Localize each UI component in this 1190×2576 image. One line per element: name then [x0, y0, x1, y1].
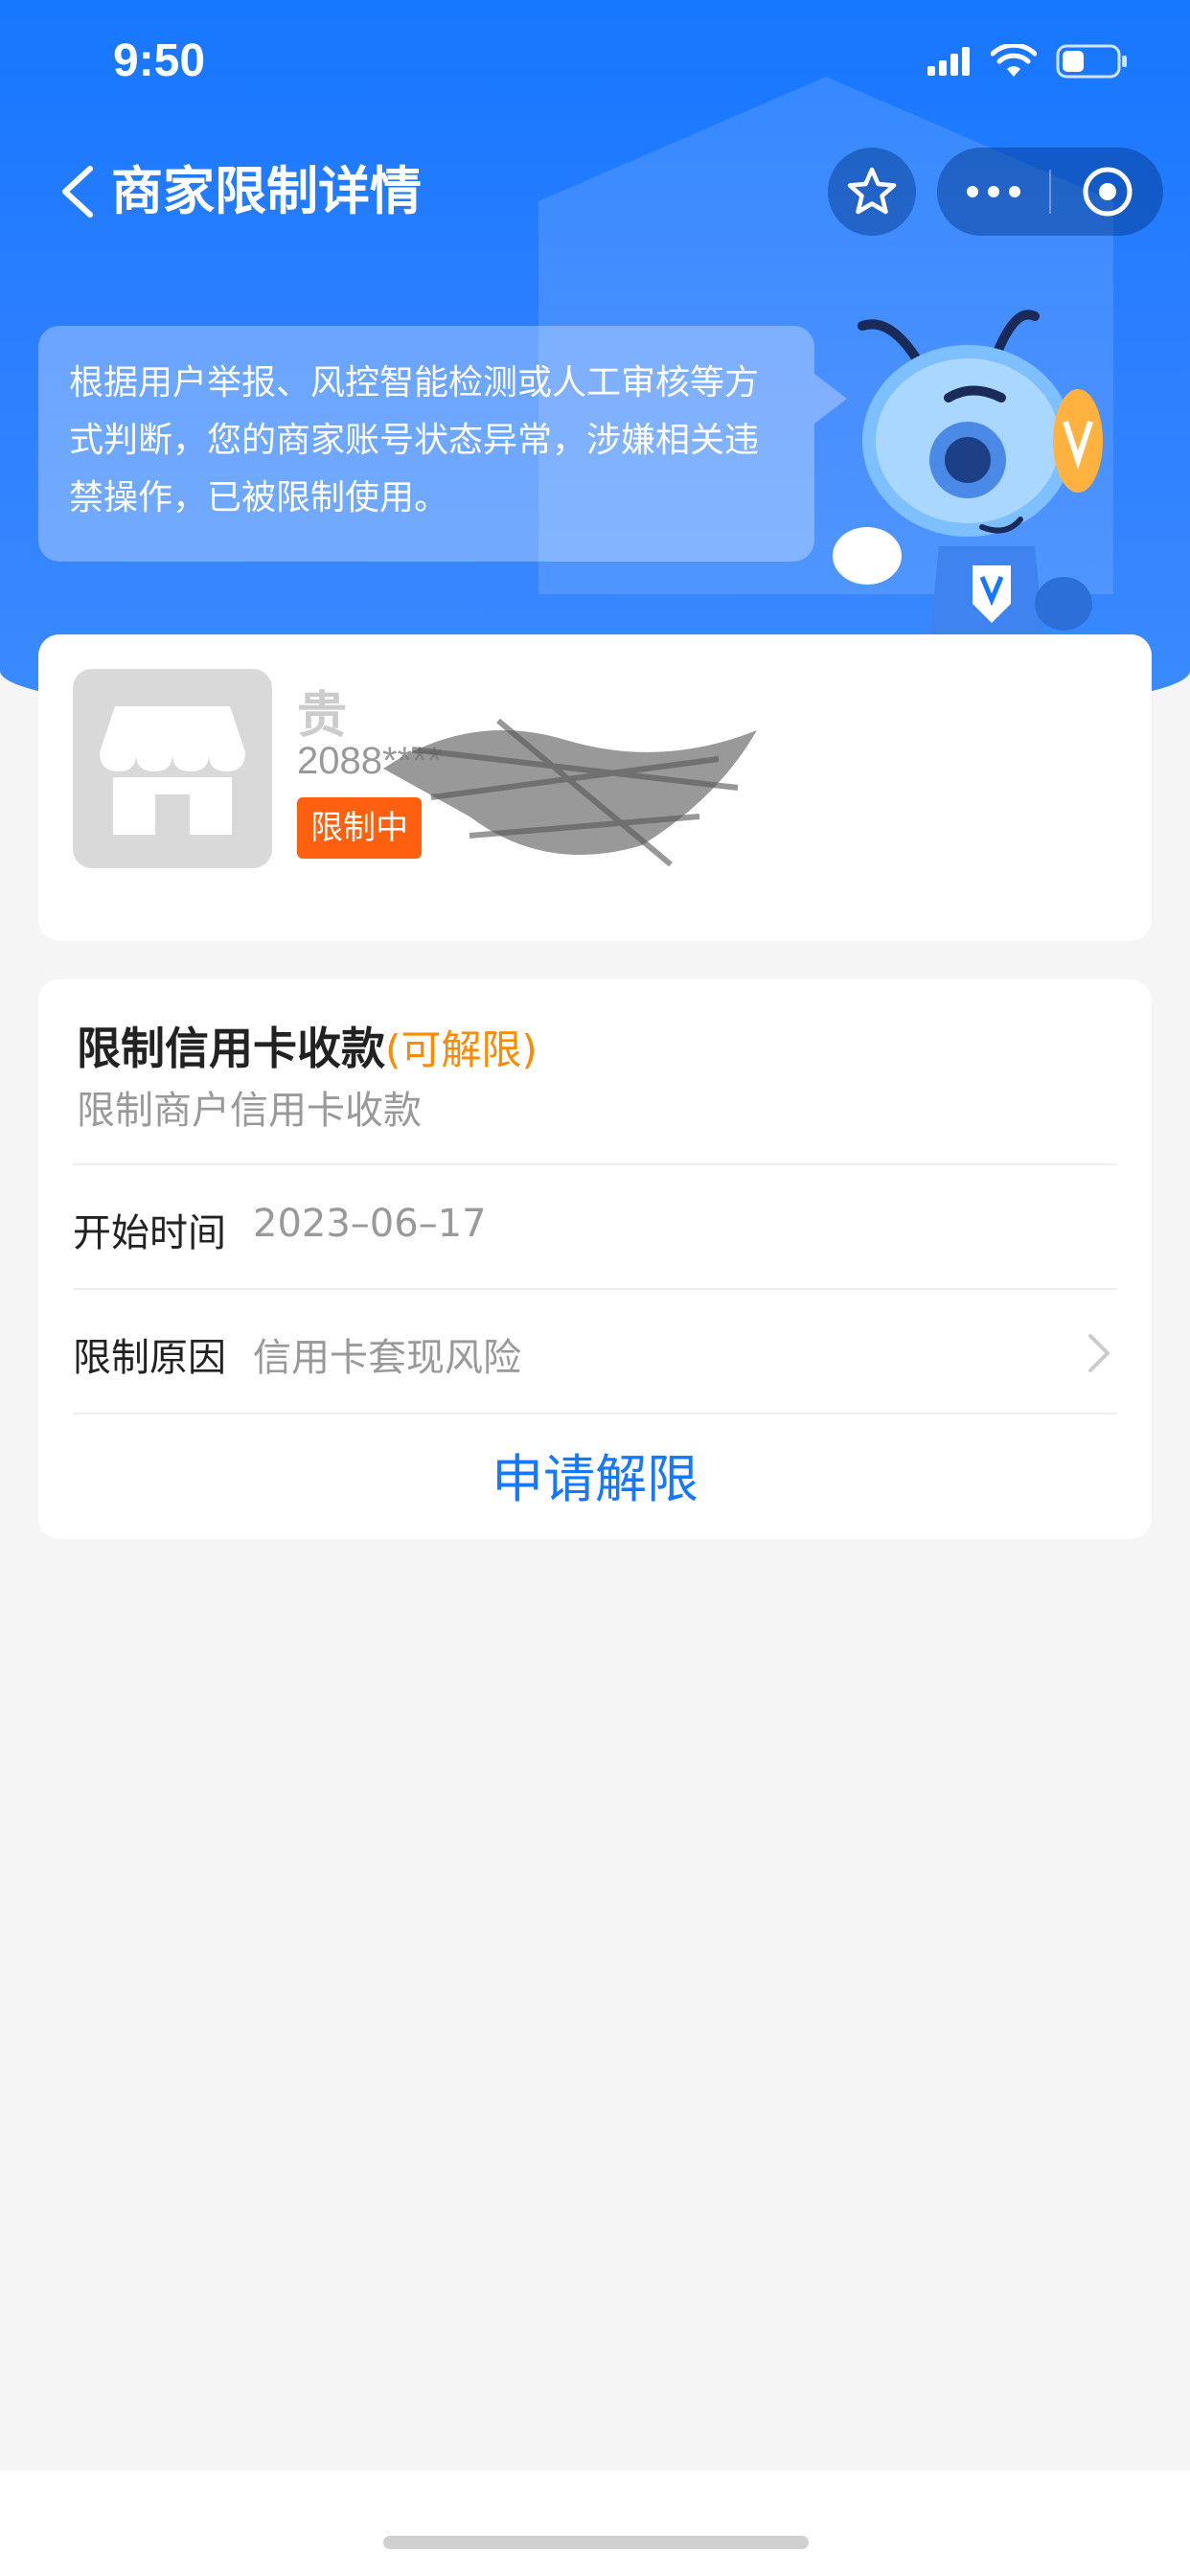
reason-label: 限制原因: [73, 1336, 226, 1380]
apply-unlock-button[interactable]: 申请解限: [38, 1441, 1152, 1518]
favorite-button[interactable]: [828, 148, 916, 236]
battery-icon: [1056, 44, 1127, 79]
status-bar: 9:50: [0, 0, 1190, 134]
start-time-value: 2023–06–17: [253, 1202, 487, 1246]
page-title: 商家限制详情: [111, 161, 422, 221]
notice-bubble: 根据用户举报、风控智能检测或人工审核等方式判断，您的商家账号状态异常，涉嫌相关违…: [38, 326, 814, 562]
restriction-title: 限制信用卡收款(可解限): [77, 1014, 538, 1077]
divider: [73, 1163, 1117, 1165]
miniapp-capsule: [937, 148, 1163, 236]
merchant-name: 贵: [297, 687, 348, 745]
target-icon: [1083, 167, 1132, 217]
chevron-right-icon: [1088, 1334, 1110, 1372]
status-badge: 限制中: [297, 797, 422, 859]
restriction-detail-card: 限制信用卡收款(可解限) 限制商户信用卡收款 开始时间 2023–06–17 限…: [38, 979, 1152, 1539]
more-icon: [966, 186, 1020, 197]
start-time-label: 开始时间: [73, 1211, 226, 1255]
more-button[interactable]: [937, 148, 1049, 236]
back-button[interactable]: [54, 157, 100, 226]
bottom-safe-area: [0, 2471, 1190, 2576]
merchant-card: 贵 2088**** 限制中: [38, 634, 1152, 941]
back-chevron-icon: [62, 166, 93, 218]
close-miniapp-button[interactable]: [1051, 148, 1163, 236]
divider: [73, 1413, 1117, 1414]
signal-icon: [927, 47, 970, 76]
reason-value: 信用卡套现风险: [253, 1336, 521, 1380]
home-indicator[interactable]: [383, 2536, 809, 2549]
restriction-subtitle: 限制商户信用卡收款: [77, 1089, 422, 1133]
navigation-bar: 商家限制详情: [0, 144, 1190, 240]
wifi-icon: [991, 44, 1037, 77]
store-icon: [100, 706, 245, 835]
mascot-robot-icon: [833, 310, 1103, 642]
restriction-title-text: 限制信用卡收款: [77, 1023, 385, 1074]
unlock-tag: (可解限): [385, 1026, 538, 1073]
status-icons: [926, 44, 1129, 79]
status-time: 9:50: [113, 35, 206, 86]
star-icon: [847, 167, 897, 215]
store-avatar: [73, 669, 272, 868]
divider: [73, 1288, 1117, 1290]
